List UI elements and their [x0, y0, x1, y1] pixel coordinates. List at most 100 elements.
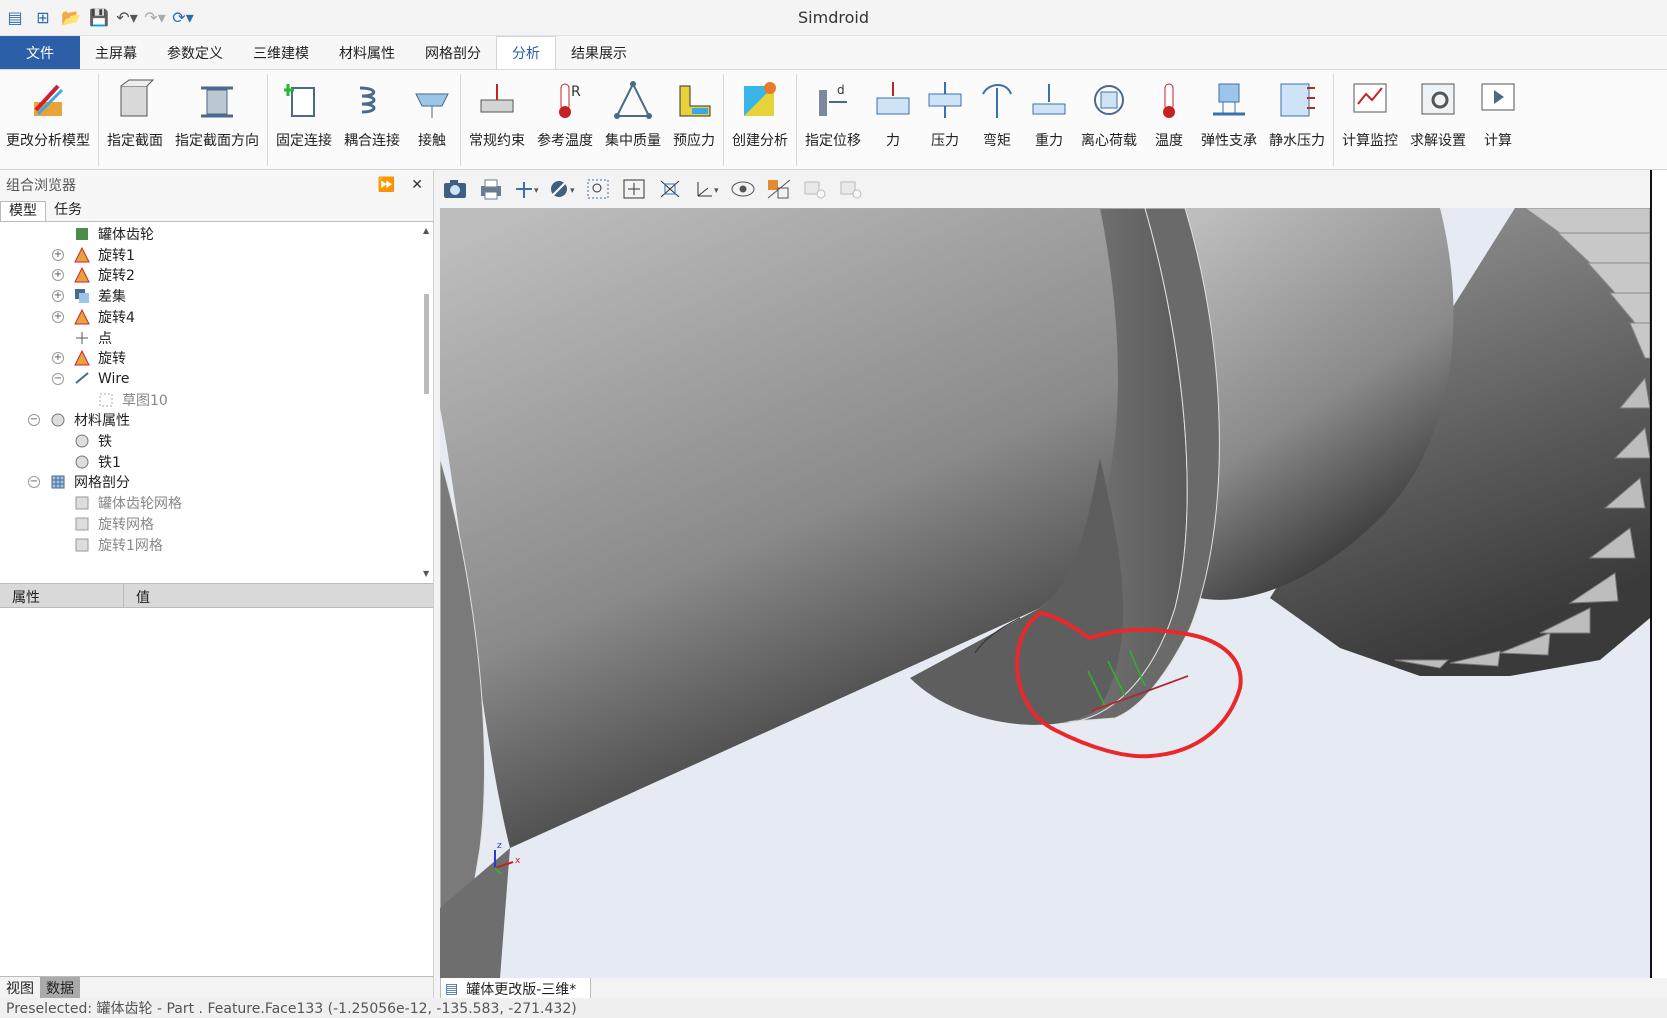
tab-3d-modeling[interactable]: 三维建模	[238, 36, 324, 69]
ribbon-button-14[interactable]: 压力	[919, 70, 971, 150]
tree-item[interactable]: 罐体齿轮网格	[52, 492, 182, 514]
tree-item[interactable]: 旋转网格	[52, 513, 154, 535]
expander-icon[interactable]: +	[52, 248, 64, 261]
ribbon-button-label: 耦合连接	[344, 133, 400, 149]
rev-icon	[74, 308, 90, 325]
document-icon: ▤	[445, 980, 459, 997]
ribbon-separator	[98, 74, 99, 166]
ribbon-button-label: 参考温度	[537, 133, 593, 149]
visibility-icon[interactable]	[728, 175, 758, 203]
ribbon-button-5[interactable]: 耦合连接	[338, 70, 406, 150]
properties-header: 属性 值	[0, 584, 433, 608]
ribbon-icon	[679, 85, 711, 117]
ribbon-button-19[interactable]: 弹性支承	[1195, 70, 1263, 150]
ribbon-button-23[interactable]: 计算	[1472, 70, 1524, 150]
tab-file[interactable]: 文件	[0, 36, 80, 69]
tab-task[interactable]: 任务	[46, 201, 90, 221]
property-column-header[interactable]: 属性	[0, 584, 124, 607]
close-icon[interactable]: ✕	[411, 177, 423, 193]
ribbon-button-6[interactable]: 接触	[406, 70, 458, 150]
zoom-box-icon[interactable]	[584, 175, 614, 203]
ribbon-button-10[interactable]: 预应力	[667, 70, 721, 150]
axes-icon[interactable]: ▾	[692, 175, 722, 203]
ribbon-separator	[796, 74, 797, 166]
light-settings-icon[interactable]	[836, 175, 866, 203]
light-icon[interactable]	[800, 175, 830, 203]
tab-model[interactable]: 模型	[0, 201, 46, 221]
ribbon-button-2[interactable]: 指定截面	[101, 70, 169, 150]
sk-icon	[99, 393, 113, 407]
ribbon-icon	[982, 84, 1012, 118]
ribbon-button-4[interactable]: 固定连接	[270, 70, 338, 150]
cut-icon	[75, 289, 89, 304]
print-icon[interactable]	[476, 175, 506, 203]
expander-icon[interactable]: −	[28, 476, 40, 489]
tab-view[interactable]: 视图	[0, 977, 40, 998]
ribbon-button-7[interactable]: 常规约束	[463, 70, 531, 150]
tab-analysis[interactable]: 分析	[496, 36, 556, 69]
tab-results[interactable]: 结果展示	[556, 36, 642, 69]
tab-data[interactable]: 数据	[40, 977, 80, 998]
expander-icon[interactable]: +	[52, 290, 64, 303]
tree-item[interactable]: 铁	[52, 430, 112, 452]
title-bar: ▤ ⊞ 📂 💾 ↶▾ ↷▾ ⟳▾ Simdroid	[0, 0, 1667, 36]
tree-item[interactable]: + 旋转1	[52, 244, 135, 266]
tab-material[interactable]: 材料属性	[324, 36, 410, 69]
ribbon-icon	[201, 86, 233, 118]
tab-params[interactable]: 参数定义	[152, 36, 238, 69]
ribbon-button-9[interactable]: 集中质量	[599, 70, 667, 150]
model-tree: ▲ ▼ 罐体齿轮 + 旋转1 + 旋转2 + 差集 + 旋转4 点 + 旋转 − Wire 草图10 − 材料属…	[0, 222, 433, 584]
tree-item[interactable]: 罐体齿轮	[52, 223, 154, 245]
ribbon-button-17[interactable]: 离心荷载	[1075, 70, 1143, 150]
expander-icon[interactable]: −	[52, 372, 64, 385]
tree-item[interactable]: 铁1	[52, 451, 121, 473]
ribbon-button-22[interactable]: 求解设置	[1404, 70, 1472, 150]
ribbon-button-12[interactable]: d 指定位移	[799, 70, 867, 150]
ribbon-icon	[1280, 83, 1315, 117]
tree-line	[52, 455, 64, 468]
axis-view-icon[interactable]: ▾	[512, 175, 542, 203]
tree-item[interactable]: − Wire	[52, 368, 130, 390]
camera-icon[interactable]	[440, 175, 470, 203]
draw-style-icon[interactable]: ▾	[548, 175, 578, 203]
tree-scrollbar[interactable]: ▲ ▼	[423, 226, 431, 578]
3d-viewport[interactable]: z x	[440, 208, 1650, 978]
ribbon-button-18[interactable]: 温度	[1143, 70, 1195, 150]
model-render[interactable]: z x	[440, 208, 1650, 978]
ribbon-button-16[interactable]: 重力	[1023, 70, 1075, 150]
ribbon-button-20[interactable]: 静水压力	[1263, 70, 1331, 150]
ribbon-button-3[interactable]: 指定截面方向	[169, 70, 265, 150]
tree-item[interactable]: 点	[52, 327, 112, 349]
ribbon-button-21[interactable]: 计算监控	[1336, 70, 1404, 150]
pan-icon[interactable]	[620, 175, 650, 203]
svg-text:z: z	[497, 841, 502, 851]
ribbon-button-8[interactable]: R 参考温度	[531, 70, 599, 150]
document-tab[interactable]: ▤ 罐体更改版-三维*	[440, 978, 591, 1000]
ribbon-button-13[interactable]: 力	[867, 70, 919, 150]
expander-icon[interactable]: +	[52, 310, 64, 323]
tree-item[interactable]: + 旋转2	[52, 264, 135, 286]
tree-item[interactable]: − 材料属性	[28, 409, 130, 431]
ribbon-button-11[interactable]: 创建分析	[726, 70, 794, 150]
tree-item[interactable]: 旋转1网格	[52, 534, 163, 556]
panel-header: 组合浏览器 ⏩ ✕	[0, 170, 433, 200]
ribbon-separator	[1333, 74, 1334, 166]
tree-item[interactable]: 草图10	[98, 389, 168, 411]
ribbon-icon: d	[819, 83, 847, 116]
tree-item[interactable]: − 网格剖分	[28, 471, 130, 493]
collapse-panel-icon[interactable]: ⏩	[378, 177, 395, 193]
fit-all-icon[interactable]	[656, 175, 686, 203]
tab-mesh[interactable]: 网格剖分	[410, 36, 496, 69]
expander-icon[interactable]: +	[52, 269, 64, 282]
tab-home[interactable]: 主屏幕	[80, 36, 152, 69]
tree-item[interactable]: + 差集	[52, 285, 126, 307]
tree-item[interactable]: + 旋转	[52, 347, 126, 369]
ribbon-tabs: 文件 主屏幕 参数定义 三维建模 材料属性 网格剖分 分析 结果展示	[0, 36, 1667, 70]
ribbon-button-15[interactable]: 弯矩	[971, 70, 1023, 150]
expander-icon[interactable]: −	[28, 414, 40, 427]
tree-item[interactable]: + 旋转4	[52, 306, 135, 328]
expander-icon[interactable]: +	[52, 352, 64, 365]
ribbon-button-1[interactable]: 更改分析模型	[0, 70, 96, 150]
value-column-header[interactable]: 值	[124, 584, 433, 607]
section-icon[interactable]	[764, 175, 794, 203]
